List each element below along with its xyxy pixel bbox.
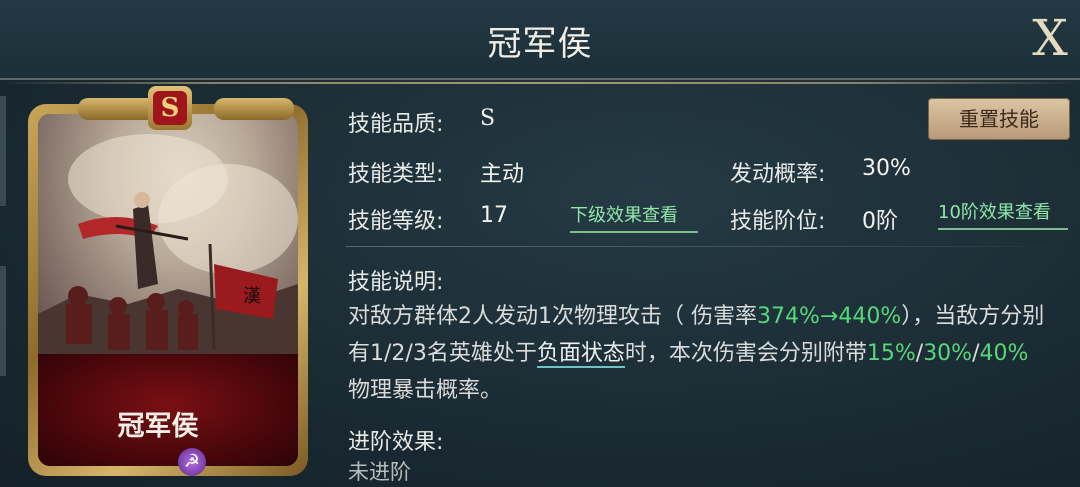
next-level-effect-link[interactable]: 下级效果查看	[570, 201, 698, 233]
level-value: 17	[480, 203, 508, 228]
crit-value-2: 30%	[923, 341, 973, 366]
crit-value-1: 15%	[866, 341, 916, 366]
rank-label: 技能阶位:	[730, 209, 826, 234]
page-title: 冠军侯	[487, 24, 593, 64]
description-label: 技能说明:	[348, 270, 444, 295]
advance-label: 进阶效果:	[348, 430, 444, 455]
section-divider	[346, 246, 1074, 247]
rank-value: 0阶	[862, 209, 898, 234]
desc-text-4: 物理暴击概率。	[348, 378, 503, 403]
crescent-hammer-icon: ☭	[178, 448, 206, 476]
negative-status-link[interactable]: 负面状态	[536, 341, 625, 368]
card-crest-right-wing	[214, 98, 294, 120]
crit-separator-2: /	[972, 341, 980, 366]
card-skill-name: 冠军侯	[117, 411, 199, 442]
grade-badge: S	[148, 86, 192, 130]
type-value: 主动	[480, 162, 525, 187]
card-crest-left-wing	[78, 98, 158, 120]
quality-value: S	[480, 106, 496, 131]
damage-rate-value: 374%→440%	[757, 304, 902, 329]
warrior-scene-image: 漢	[38, 192, 298, 354]
header-divider	[0, 82, 1080, 84]
crit-value-3: 40%	[979, 341, 1029, 366]
rank10-effect-link[interactable]: 10阶效果查看	[938, 198, 1068, 230]
advance-value: 未进阶	[348, 460, 411, 484]
skill-card: 漢 冠军侯 ☭	[28, 104, 308, 476]
desc-text-1: 对敌方群体2人发动1次物理攻击（ 伤害率	[348, 304, 757, 329]
desc-text-3: 时，本次伤害会分别附带	[624, 341, 867, 366]
reset-skill-button[interactable]: 重置技能	[928, 98, 1070, 140]
svg-text:漢: 漢	[243, 286, 261, 307]
skill-description: 对敌方群体2人发动1次物理攻击（ 伤害率374%→440%），当敌方分别有1/2…	[348, 298, 1048, 409]
side-tab-strip-lower[interactable]	[0, 266, 6, 376]
side-tab-strip[interactable]	[0, 96, 6, 206]
skill-artwork: 漢	[38, 114, 298, 354]
type-label: 技能类型:	[348, 162, 444, 187]
trigger-value: 30%	[862, 156, 911, 181]
grade-letter: S	[153, 91, 187, 125]
quality-label: 技能品质:	[348, 112, 444, 137]
close-button[interactable]: X	[1028, 13, 1072, 63]
trigger-label: 发动概率:	[730, 162, 826, 187]
level-label: 技能等级:	[348, 209, 444, 234]
